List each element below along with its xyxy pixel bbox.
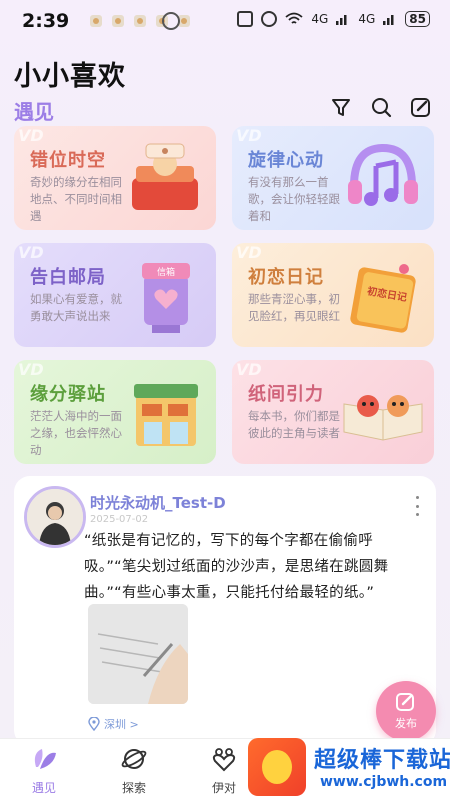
alarm-icon [261,11,278,27]
nav-item-meet[interactable]: 遇见 [14,745,74,796]
post-image[interactable] [88,604,188,704]
nfc-icon [237,11,254,27]
watermark: 超级棒下载站 www.cjbwh.com [240,736,450,800]
wifi-icon [285,12,304,24]
card-desc: 茫茫人海中的一面之缘，也会怦然心动 [30,409,122,457]
headphones-music-icon [348,143,418,206]
card-desc: 有没有那么一首歌，会让你轻轻跟着和 [248,175,340,223]
meet-icon [34,749,56,769]
location-label: 深圳 > [104,718,139,731]
card-badge: VD [236,243,262,262]
post-location[interactable]: 深圳 > [88,716,139,732]
mailbox-label: 信箱 [157,266,175,278]
post-author[interactable]: 时光永动机_Test-D [90,492,226,513]
card-badge: VD [236,360,262,379]
card-confession-post[interactable]: VD 告白邮局 如果心有爱意，就勇敢大声说出来 信箱 [14,243,216,347]
card-misplaced-time[interactable]: VD 错位时空 奇妙的缘分在相同地点、不同时间相遇 [14,126,216,230]
card-title: 旋律心动 [248,150,324,171]
music-box-icon [132,143,198,210]
open-book-icon [343,395,423,441]
more-icon[interactable] [414,496,420,516]
avatar[interactable] [24,486,86,548]
notification-icon [112,15,124,27]
nav-item-explore[interactable]: 探索 [104,745,164,796]
edit-icon [396,693,414,711]
card-badge: VD [236,126,262,145]
post-content: “纸张是有记忆的，写下的每个字都在偷偷呼吸。”“笔尖划过纸面的沙沙声，是思绪在跳… [84,533,389,601]
planet-icon [121,749,147,769]
shop-building-icon [134,384,198,446]
publish-button[interactable]: 发布 [376,681,436,741]
card-desc: 那些青涩心事，初见脸红，再见眼红 [248,292,340,323]
card-badge: VD [18,126,44,145]
status-bar: 2:39 4G 4G 85 [0,0,450,42]
card-badge: VD [18,360,44,379]
diary-book-icon: 初恋日记 [350,264,416,333]
nav-label: 探索 [121,781,146,795]
speedometer-icon [162,12,180,30]
card-title: 缘分驿站 [30,384,106,405]
card-badge: VD [18,243,44,262]
battery-icon: 85 [405,11,430,27]
signal-label: 4G [358,12,376,26]
mailbox-icon: 信箱 [142,263,190,333]
signal-icon [383,15,394,25]
card-title: 告白邮局 [30,267,106,288]
filter-icon[interactable] [330,96,352,118]
card-paper-gravity[interactable]: VD 纸间引力 每本书，你们都是彼此的主角与读者 [232,360,434,464]
card-title: 纸间引力 [248,384,324,405]
post-date: 2025-07-02 [90,514,149,525]
section-title: 遇见 [14,100,54,124]
header-actions [330,96,432,118]
card-desc: 奇妙的缘分在相同地点、不同时间相遇 [30,175,122,223]
watermark-text: 超级棒下载站 [314,748,450,773]
watermark-logo-icon [248,738,306,796]
card-title: 初恋日记 [248,267,324,288]
card-desc: 如果心有爱意，就勇敢大声说出来 [30,292,122,323]
card-melody-heartbeat[interactable]: VD 旋律心动 有没有那么一首歌，会让你轻轻跟着和 [232,126,434,230]
search-icon[interactable] [370,96,392,118]
couple-icon [212,748,236,772]
edit-icon[interactable] [410,96,432,118]
nav-label: 遇见 [31,781,56,795]
card-first-love-diary[interactable]: VD 初恋日记 那些青涩心事，初见脸红，再见眼红 初恋日记 [232,243,434,347]
app-title: 小小喜欢 [14,61,126,92]
signal-icon [336,15,347,25]
card-title: 错位时空 [30,150,106,171]
notification-icon [134,15,146,27]
card-desc: 每本书，你们都是彼此的主角与读者 [248,409,340,440]
system-status-icons: 4G 4G 85 [237,11,430,27]
notification-icon [90,15,102,27]
location-pin-icon [88,717,100,731]
status-time: 2:39 [22,10,70,32]
card-fate-station[interactable]: VD 缘分驿站 茫茫人海中的一面之缘，也会怦然心动 [14,360,216,464]
signal-label: 4G [311,12,329,26]
post-card[interactable]: 时光永动机_Test-D 2025-07-02 “纸张是有记忆的，写下的每个字都… [14,476,436,746]
publish-label: 发布 [395,717,417,730]
watermark-url: www.cjbwh.com [320,774,448,790]
